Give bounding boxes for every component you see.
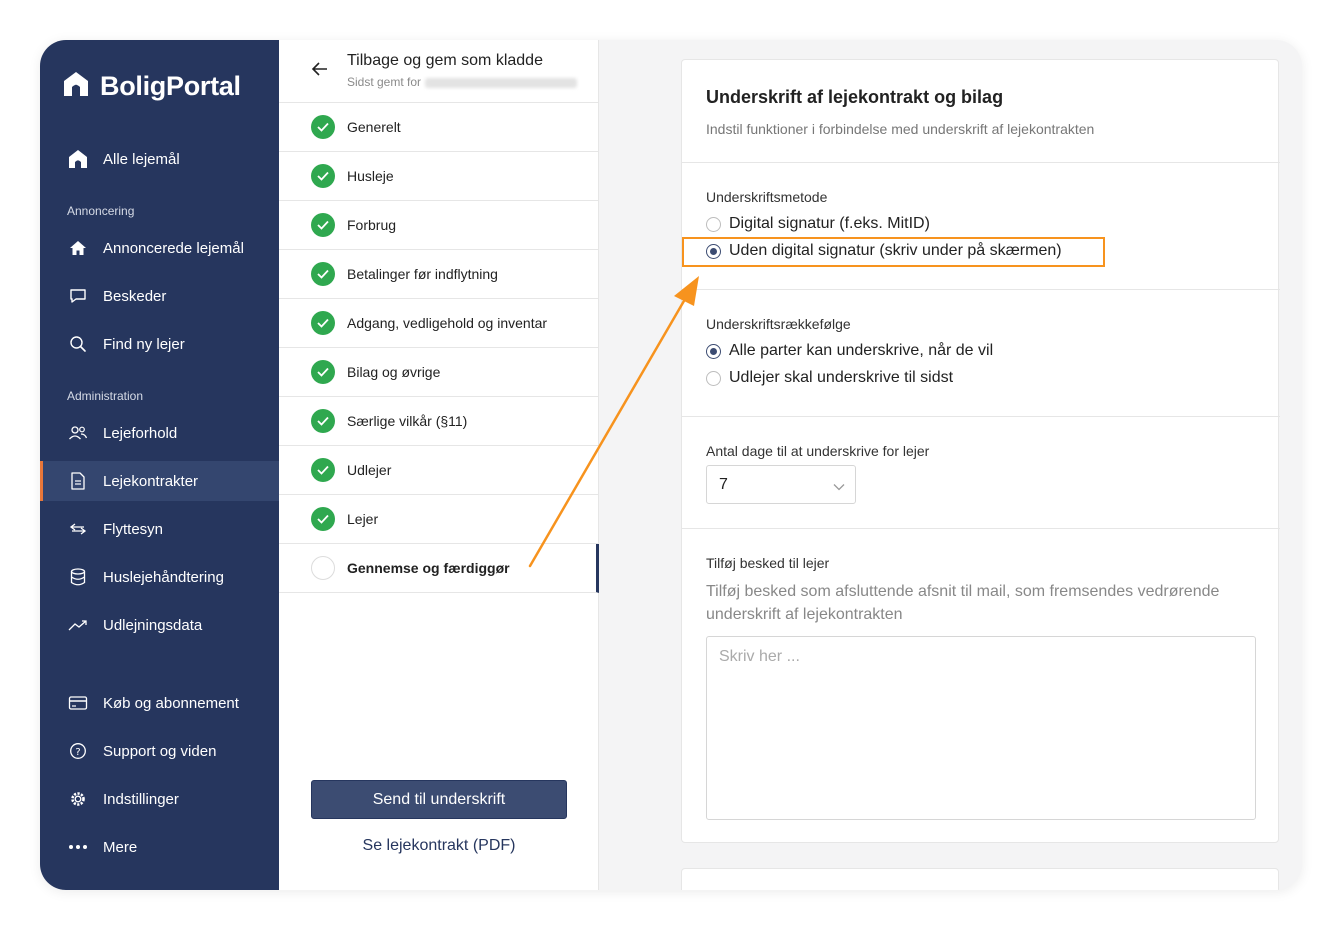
section-label-announcing: Annoncering	[67, 204, 135, 218]
trend-up-icon	[67, 614, 89, 636]
sidebar-item-purchase[interactable]: Køb og abonnement	[40, 683, 279, 723]
sidebar-item-lease-contracts[interactable]: Lejekontrakter	[40, 461, 279, 501]
search-icon	[67, 333, 89, 355]
message-textarea[interactable]: Skriv her ...	[706, 636, 1256, 820]
check-circle-icon	[311, 115, 335, 139]
next-section-card	[681, 868, 1279, 890]
sidebar-item-rental-data[interactable]: Udlejningsdata	[40, 605, 279, 645]
step-item[interactable]: Betalinger før indflytning	[279, 250, 599, 299]
step-item[interactable]: Bilag og øvrige	[279, 348, 599, 397]
check-circle-icon	[311, 262, 335, 286]
sidebar-item-label: Indstillinger	[103, 790, 179, 808]
check-circle-icon	[311, 164, 335, 188]
credit-card-icon	[67, 692, 89, 714]
check-circle-icon	[311, 458, 335, 482]
brand-name: BoligPortal	[100, 71, 241, 101]
back-title: Tilbage og gem som kladde	[347, 52, 543, 69]
signature-order-label: Underskriftsrækkefølge	[706, 316, 851, 332]
step-item[interactable]: Lejer	[279, 495, 599, 544]
sidebar-item-label: Find ny lejer	[103, 335, 185, 353]
signature-settings-card: Underskrift af lejekontrakt og bilag Ind…	[681, 59, 1280, 843]
sidebar-item-label: Mere	[103, 838, 138, 856]
svg-text:?: ?	[75, 747, 80, 758]
sidebar-item-rent-management[interactable]: Huslejehåndtering	[40, 557, 279, 597]
home-icon	[67, 237, 89, 259]
last-saved-text: Sidst gemt for	[347, 75, 578, 89]
brand-logo[interactable]: BoligPortal	[62, 70, 241, 103]
sidebar: BoligPortal Alle lejemål Annoncering Ann…	[40, 40, 279, 890]
help-circle-icon: ?	[67, 740, 89, 762]
sidebar-item-tenancies[interactable]: Lejeforhold	[40, 413, 279, 453]
sidebar-item-label: Huslejehåndtering	[103, 568, 224, 586]
radio-landlord-last[interactable]: Udlejer skal underskrive til sidst	[706, 369, 953, 387]
document-icon	[67, 470, 89, 492]
divider	[682, 289, 1280, 290]
sidebar-item-messages[interactable]: Beskeder	[40, 276, 279, 316]
sidebar-item-label: Alle lejemål	[103, 150, 180, 168]
gear-icon	[67, 788, 89, 810]
view-contract-pdf-link[interactable]: Se lejekontrakt (PDF)	[279, 837, 599, 855]
step-item[interactable]: Særlige vilkår (§11)	[279, 397, 599, 446]
radio-button[interactable]	[706, 370, 721, 386]
card-subtitle: Indstil funktioner i forbindelse med und…	[706, 121, 1095, 137]
sidebar-item-label: Køb og abonnement	[103, 694, 239, 712]
redacted-timestamp	[425, 77, 578, 88]
check-circle-icon	[311, 507, 335, 531]
step-item[interactable]: Adgang, vedligehold og inventar	[279, 299, 599, 348]
step-item-current[interactable]: Gennemse og færdiggør	[279, 544, 599, 593]
empty-circle-icon	[311, 556, 335, 580]
radio-button-selected[interactable]	[706, 343, 721, 359]
divider	[682, 162, 1280, 163]
signature-method-label: Underskriftsmetode	[706, 189, 828, 205]
users-icon	[67, 422, 89, 444]
send-to-signature-button[interactable]: Send til underskrift	[311, 780, 567, 819]
radio-any-order[interactable]: Alle parter kan underskrive, når de vil	[706, 342, 993, 360]
database-icon	[67, 566, 89, 588]
arrow-left-icon	[311, 60, 329, 83]
step-item[interactable]: Generelt	[279, 103, 599, 152]
message-label: Tilføj besked til lejer	[706, 555, 830, 571]
check-circle-icon	[311, 311, 335, 335]
days-to-sign-select[interactable]: 7	[706, 465, 856, 504]
card-title: Underskrift af lejekontrakt og bilag	[706, 87, 1004, 107]
sidebar-item-support[interactable]: ? Support og viden	[40, 731, 279, 771]
radio-digital-signature[interactable]: Digital signatur (f.eks. MitID)	[706, 215, 930, 233]
chat-icon	[67, 285, 89, 307]
check-circle-icon	[311, 409, 335, 433]
section-label-admin: Administration	[67, 389, 144, 403]
sidebar-item-settings[interactable]: Indstillinger	[40, 779, 279, 819]
more-dots-icon	[67, 836, 89, 858]
highlight-box	[682, 237, 1105, 267]
check-circle-icon	[311, 360, 335, 384]
swap-arrows-icon	[67, 518, 89, 540]
steps-panel: Tilbage og gem som kladde Sidst gemt for…	[279, 40, 599, 890]
sidebar-item-label: Beskeder	[103, 287, 167, 305]
sidebar-item-label: Flyttesyn	[103, 520, 164, 538]
back-save-draft[interactable]: Tilbage og gem som kladde Sidst gemt for	[279, 40, 599, 103]
sidebar-item-label: Annoncerede lejemål	[103, 239, 244, 257]
house-icon	[67, 148, 89, 170]
step-item[interactable]: Forbrug	[279, 201, 599, 250]
sidebar-item-label: Lejeforhold	[103, 424, 178, 442]
message-help-text: Tilføj besked som afsluttende afsnit til…	[706, 583, 1220, 623]
divider	[682, 416, 1280, 417]
app-window: BoligPortal Alle lejemål Annoncering Ann…	[40, 40, 1302, 890]
sidebar-item-label: Lejekontrakter	[103, 472, 199, 490]
sidebar-item-move-inspection[interactable]: Flyttesyn	[40, 509, 279, 549]
sidebar-item-label: Udlejningsdata	[103, 616, 203, 634]
sidebar-item-all-rentals[interactable]: Alle lejemål	[40, 139, 279, 179]
sidebar-item-more[interactable]: Mere	[40, 827, 279, 867]
house-logo-icon	[62, 70, 90, 103]
step-item[interactable]: Husleje	[279, 152, 599, 201]
step-item[interactable]: Udlejer	[279, 446, 599, 495]
chevron-down-icon	[833, 478, 845, 496]
sidebar-item-announced[interactable]: Annoncerede lejemål	[40, 228, 279, 268]
divider	[682, 528, 1280, 529]
sidebar-item-find-tenant[interactable]: Find ny lejer	[40, 324, 279, 364]
radio-button[interactable]	[706, 216, 721, 232]
check-circle-icon	[311, 213, 335, 237]
sidebar-item-label: Support og viden	[103, 742, 217, 760]
days-to-sign-label: Antal dage til at underskrive for lejer	[706, 443, 930, 459]
